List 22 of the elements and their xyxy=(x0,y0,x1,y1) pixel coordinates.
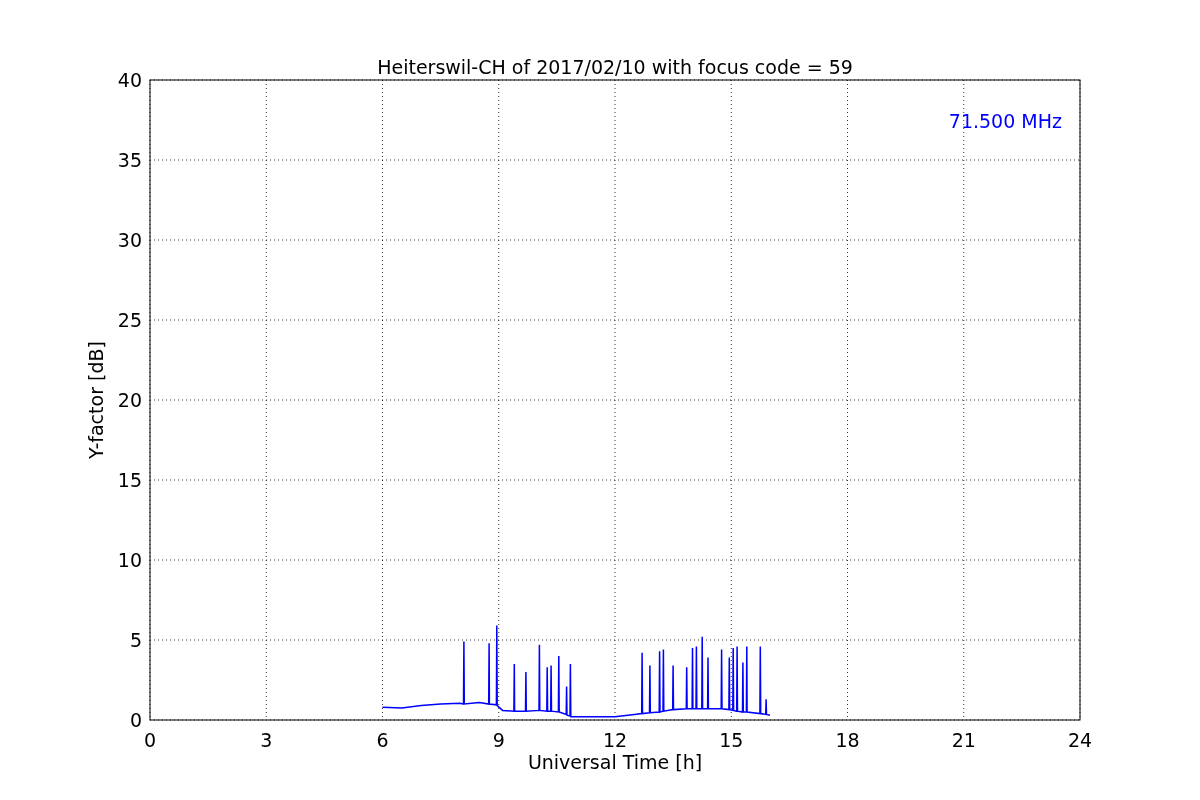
y-tick-label: 0 xyxy=(129,709,142,731)
y-tick-label: 35 xyxy=(117,149,142,171)
y-axis-label: Y-factor [dB] xyxy=(85,341,107,459)
y-tick-label: 5 xyxy=(129,629,142,651)
x-tick-label: 24 xyxy=(1067,729,1093,751)
x-tick-label: 9 xyxy=(492,729,505,751)
x-tick-label: 12 xyxy=(602,729,628,751)
chart-title: Heiterswil-CH of 2017/02/10 with focus code = 59 xyxy=(377,56,853,78)
x-tick-label: 21 xyxy=(951,729,976,751)
x-tick-label: 15 xyxy=(719,729,744,751)
y-tick-label: 15 xyxy=(117,469,142,491)
y-tick-label: 30 xyxy=(117,229,142,251)
y-tick-label: 40 xyxy=(117,69,142,91)
x-tick-label: 3 xyxy=(260,729,273,751)
x-tick-label: 6 xyxy=(376,729,389,751)
y-tick-label: 10 xyxy=(117,549,142,571)
x-tick-label: 18 xyxy=(835,729,860,751)
x-axis-label: Universal Time [h] xyxy=(527,751,703,773)
series-label: 71.500 MHz xyxy=(948,110,1062,132)
x-tick-label: 0 xyxy=(143,729,157,751)
y-tick-label: 25 xyxy=(117,309,142,331)
y-tick-label: 20 xyxy=(117,389,142,411)
